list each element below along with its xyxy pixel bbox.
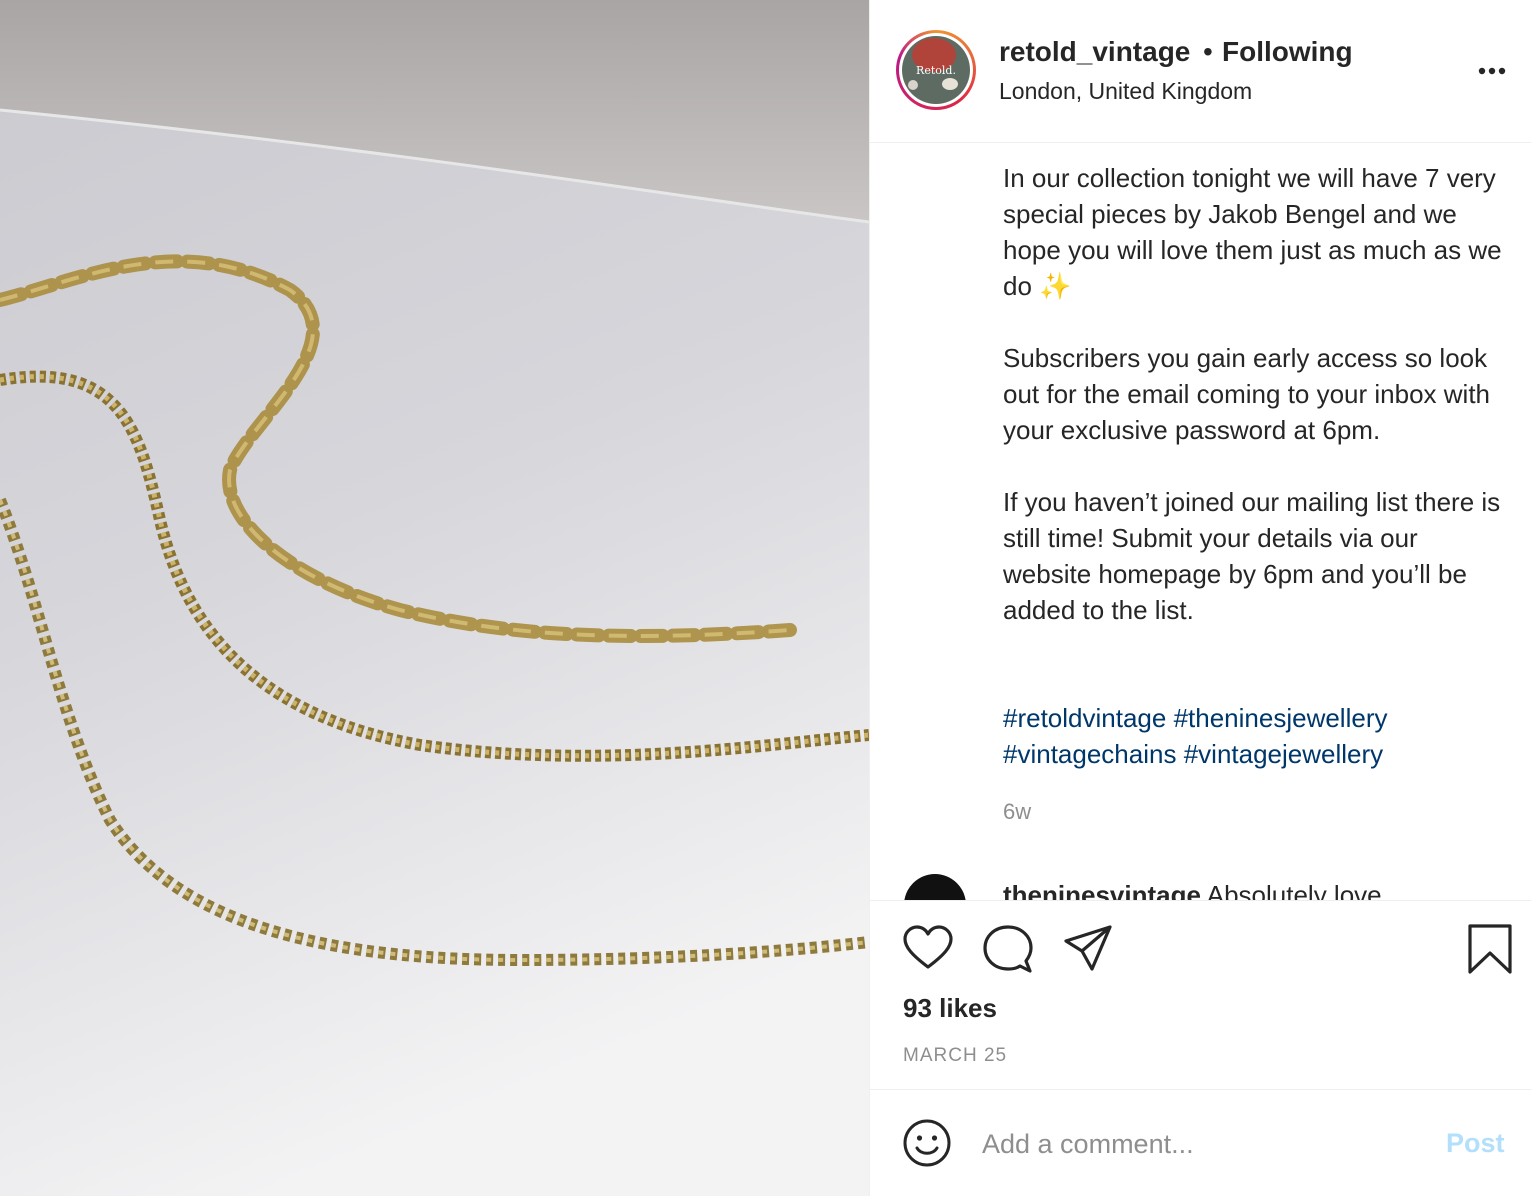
post-actions: 93 likes MARCH 25 bbox=[870, 900, 1531, 1090]
separator-dot: • bbox=[1203, 36, 1213, 67]
story-ring[interactable]: Retold. bbox=[896, 30, 976, 110]
hashtag-link[interactable]: #retoldvintage bbox=[1003, 703, 1166, 733]
comment-preview: theninesvintage Absolutely love bbox=[902, 874, 1502, 900]
hashtag-link[interactable]: #vintagejewellery bbox=[1184, 739, 1383, 769]
following-button[interactable]: Following bbox=[1222, 36, 1353, 68]
comment-form: Post bbox=[870, 1090, 1531, 1196]
commenter-username[interactable]: theninesvintage bbox=[1003, 880, 1201, 900]
share-paper-plane-icon[interactable] bbox=[1062, 923, 1114, 975]
hashtag-list: #retoldvintage #theninesjewellery #vinta… bbox=[1003, 700, 1513, 772]
likes-count[interactable]: 93 likes bbox=[903, 993, 997, 1024]
avatar[interactable]: Retold. bbox=[902, 36, 970, 104]
comment-text: theninesvintage Absolutely love bbox=[1003, 880, 1382, 900]
comment-bubble-icon[interactable] bbox=[982, 923, 1034, 975]
like-heart-icon[interactable] bbox=[902, 923, 954, 975]
caption-scroll-area[interactable]: In our collection tonight we will have 7… bbox=[870, 144, 1531, 900]
gold-chains-image bbox=[0, 0, 869, 1196]
post-comment-button[interactable]: Post bbox=[1446, 1128, 1505, 1159]
caption-paragraph: If you haven’t joined our mailing list t… bbox=[1003, 487, 1501, 625]
comment-body: Absolutely love bbox=[1206, 880, 1382, 900]
hashtag-link[interactable]: #theninesjewellery bbox=[1174, 703, 1388, 733]
post-header: Retold. retold_vintage • Following Londo… bbox=[870, 0, 1531, 143]
more-options-icon[interactable] bbox=[1474, 56, 1510, 86]
username-link[interactable]: retold_vintage bbox=[999, 36, 1190, 68]
post-side-panel: Retold. retold_vintage • Following Londo… bbox=[869, 0, 1531, 1196]
save-bookmark-icon[interactable] bbox=[1464, 923, 1516, 975]
location-link[interactable]: London, United Kingdom bbox=[999, 78, 1252, 105]
post-photo[interactable] bbox=[0, 0, 869, 1196]
caption-paragraph: In our collection tonight we will have 7… bbox=[1003, 163, 1502, 301]
post-date[interactable]: MARCH 25 bbox=[903, 1045, 1007, 1067]
hashtag-link[interactable]: #vintagechains bbox=[1003, 739, 1176, 769]
caption-paragraph: Subscribers you gain early access so loo… bbox=[1003, 343, 1491, 445]
comment-input[interactable] bbox=[982, 1124, 1422, 1164]
commenter-avatar[interactable] bbox=[904, 874, 966, 900]
time-ago[interactable]: 6w bbox=[1003, 799, 1031, 825]
avatar-logo-text: Retold. bbox=[916, 64, 956, 77]
emoji-smiley-icon[interactable] bbox=[902, 1118, 952, 1168]
post-caption: In our collection tonight we will have 7… bbox=[1003, 160, 1513, 664]
